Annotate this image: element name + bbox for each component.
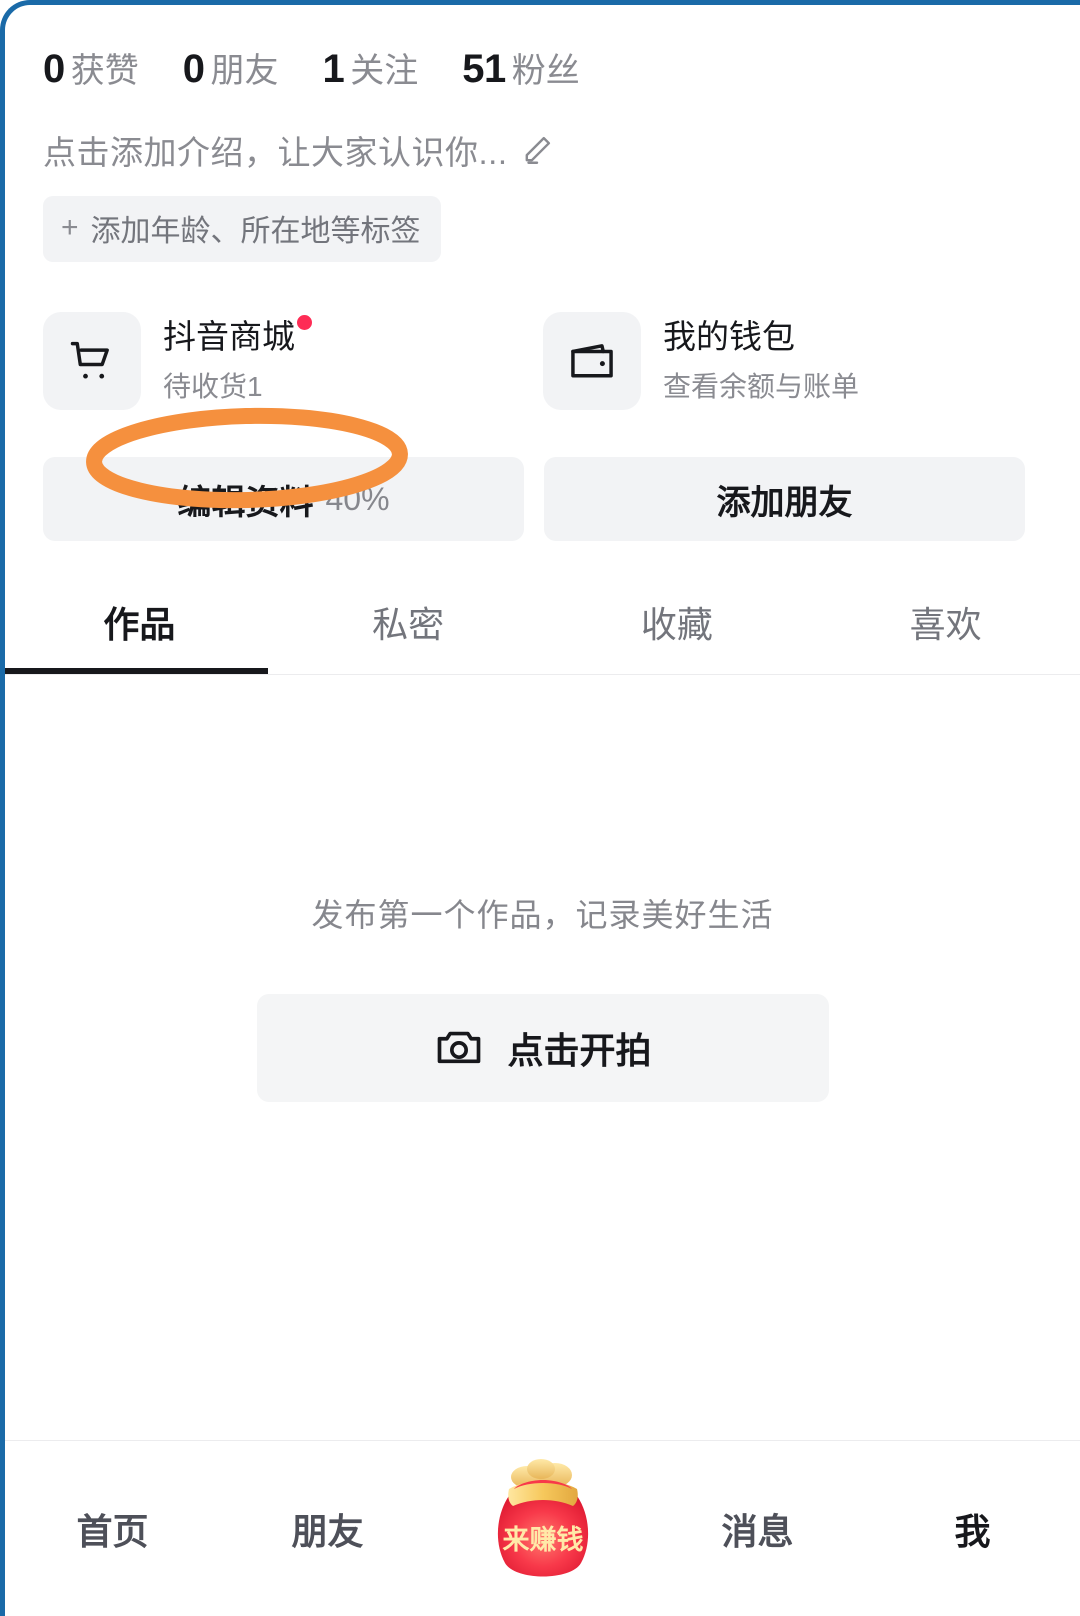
start-shooting-button[interactable]: 点击开拍 (256, 994, 829, 1102)
add-tags-label: 添加年龄、所在地等标签 (90, 215, 421, 248)
start-shooting-label: 点击开拍 (507, 1030, 652, 1071)
nav-item-home[interactable]: 首页 (5, 1441, 220, 1555)
tab-label: 私密 (372, 604, 445, 645)
empty-state: 发布第一个作品，记录美好生活 点击开拍 (5, 890, 1080, 1102)
tab-private[interactable]: 私密 (274, 596, 543, 674)
plus-icon: + (61, 211, 79, 244)
stat-following[interactable]: 1 关注 (323, 43, 419, 92)
active-tab-indicator (5, 668, 268, 674)
nav-item-friends[interactable]: 朋友 (220, 1441, 435, 1555)
add-friend-button[interactable]: 添加朋友 (544, 457, 1025, 541)
stat-value: 0 (43, 47, 65, 91)
shortcut-wallet[interactable]: 我的钱包 查看余额与账单 (543, 312, 1003, 410)
content-tabs: 作品 私密 收藏 喜欢 (5, 596, 1080, 674)
stat-value: 51 (462, 47, 506, 91)
shortcut-title: 抖音商城 (163, 318, 295, 356)
shortcut-title: 我的钱包 (663, 318, 795, 356)
tabs-divider (5, 674, 1080, 675)
bio-row[interactable]: 点击添加介绍，让大家认识你... (5, 92, 1080, 174)
stat-label: 朋友 (210, 52, 279, 90)
bio-placeholder: 点击添加介绍，让大家认识你... (43, 134, 508, 171)
add-friend-label: 添加朋友 (716, 483, 853, 522)
camera-icon (433, 1021, 485, 1076)
nav-label: 我 (954, 1511, 991, 1552)
money-bag-label: 来赚钱 (502, 1525, 583, 1555)
shortcut-subtitle: 待收货1 (163, 370, 263, 402)
shopping-cart-icon (43, 312, 141, 410)
stat-friends[interactable]: 0 朋友 (183, 43, 279, 92)
stat-label: 粉丝 (511, 52, 580, 90)
nav-item-messages[interactable]: 消息 (650, 1441, 865, 1555)
shortcut-title-wrap: 抖音商城 (163, 315, 312, 357)
shortcut-title-wrap: 我的钱包 (663, 317, 795, 357)
shortcut-text: 抖音商城 待收货1 (163, 315, 312, 404)
tab-works[interactable]: 作品 (5, 596, 274, 674)
profile-action-buttons: 编辑资料 40% 添加朋友 (5, 407, 1080, 541)
pencil-icon[interactable] (520, 133, 554, 167)
stat-label: 获赞 (70, 52, 139, 90)
bottom-navigation-bar: 首页 朋友 来赚钱 消息 我 (5, 1440, 1080, 1616)
nav-label: 消息 (721, 1511, 794, 1552)
shortcut-subtitle: 查看余额与账单 (663, 370, 860, 402)
stat-followers[interactable]: 51 粉丝 (462, 43, 580, 92)
nav-item-earn-money[interactable]: 来赚钱 来赚钱 (435, 1441, 650, 1577)
money-bag-icon: 来赚钱 (497, 1459, 588, 1577)
profile-stats-row: 0 获赞 0 朋友 1 关注 51 粉丝 (5, 5, 1080, 92)
stat-likes[interactable]: 0 获赞 (43, 43, 139, 92)
shortcut-cards: 抖音商城 待收货1 我的钱包 查看余额与账单 (5, 262, 1080, 410)
nav-item-me[interactable]: 我 (865, 1441, 1080, 1555)
tab-likes[interactable]: 喜欢 (811, 596, 1080, 674)
tab-label: 收藏 (640, 604, 713, 645)
edit-profile-button[interactable]: 编辑资料 40% (43, 457, 524, 541)
profile-completion-percent: 40% (325, 480, 390, 517)
douyin-profile-screen: 0 获赞 0 朋友 1 关注 51 粉丝 点击添加介绍，让大家认识你... + … (0, 0, 1080, 1616)
tab-favorites[interactable]: 收藏 (543, 596, 812, 674)
stat-value: 0 (182, 47, 205, 91)
stat-label: 关注 (350, 52, 419, 90)
stat-value: 1 (322, 47, 345, 91)
tab-label: 作品 (103, 604, 176, 645)
nav-label: 首页 (76, 1511, 149, 1552)
shortcut-text: 我的钱包 查看余额与账单 (663, 317, 859, 404)
add-tags-chip[interactable]: + 添加年龄、所在地等标签 (43, 196, 441, 262)
shortcut-mall[interactable]: 抖音商城 待收货1 (43, 312, 503, 410)
edit-profile-label: 编辑资料 (177, 483, 314, 522)
wallet-icon (543, 312, 641, 410)
nav-label: 朋友 (291, 1511, 364, 1552)
empty-state-message: 发布第一个作品，记录美好生活 (311, 897, 774, 933)
red-dot-badge-icon (297, 315, 312, 331)
tab-label: 喜欢 (909, 604, 982, 645)
